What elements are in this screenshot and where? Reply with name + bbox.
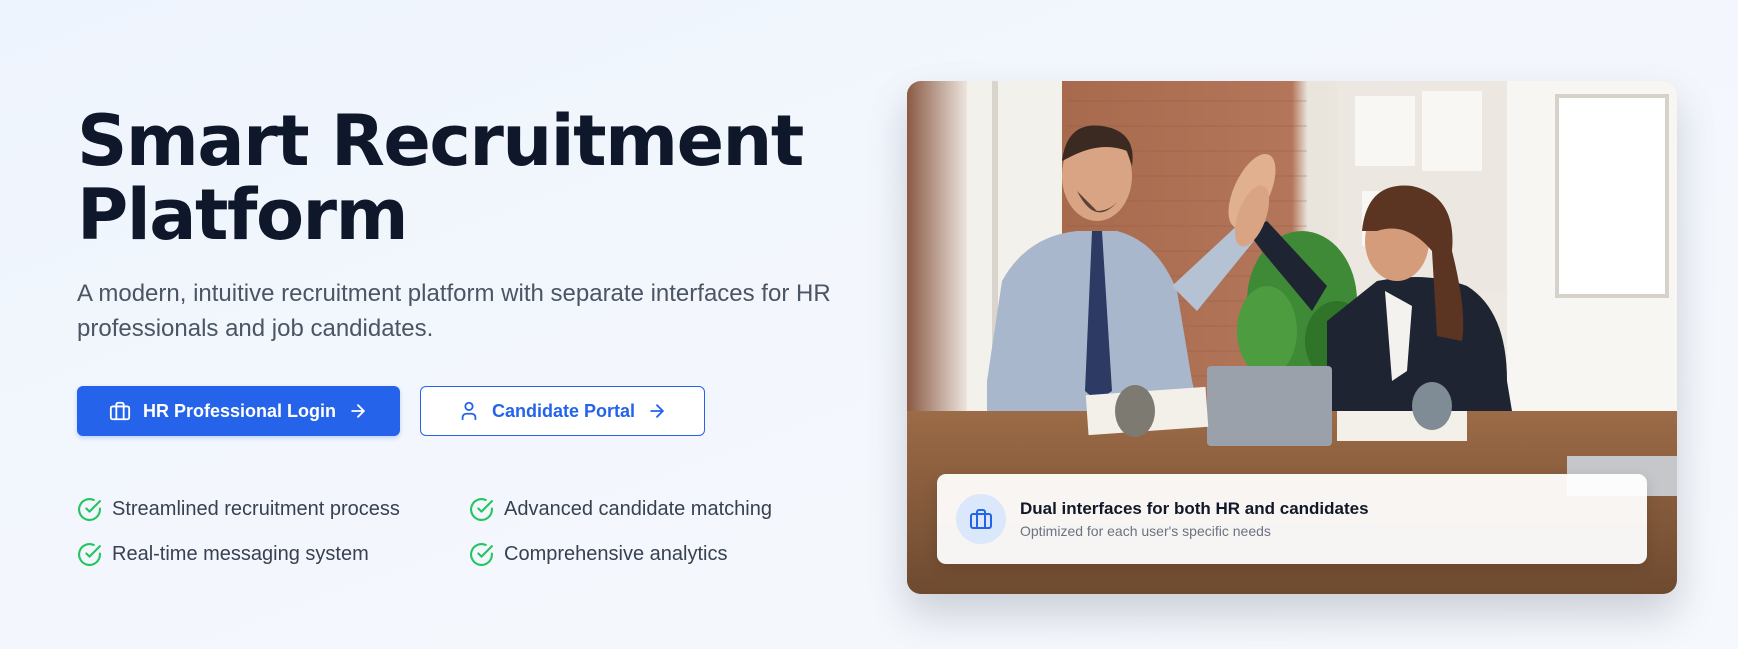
caption-icon-circle	[956, 494, 1006, 544]
hero-image-card: Dual interfaces for both HR and candidat…	[907, 81, 1677, 594]
check-circle-icon	[470, 543, 493, 566]
feature-list: Streamlined recruitment process Advanced…	[77, 496, 809, 568]
briefcase-icon	[970, 509, 992, 529]
user-icon	[461, 401, 477, 421]
page-title: Smart Recruitment Platform	[77, 104, 857, 252]
arrow-right-icon	[650, 404, 664, 418]
arrow-right-icon	[351, 404, 365, 418]
feature-label: Real-time messaging system	[112, 543, 369, 565]
check-circle-icon	[78, 543, 101, 566]
feature-item: Streamlined recruitment process	[77, 496, 469, 523]
feature-item: Real-time messaging system	[77, 541, 469, 568]
image-caption-card: Dual interfaces for both HR and candidat…	[937, 474, 1647, 564]
hero-subtitle: A modern, intuitive recruitment platform…	[77, 280, 831, 342]
feature-label: Streamlined recruitment process	[112, 498, 400, 520]
caption-subtitle: Optimized for each user's specific needs	[1020, 522, 1271, 539]
feature-item: Comprehensive analytics	[469, 541, 809, 568]
check-circle-icon	[470, 498, 493, 521]
feature-item: Advanced candidate matching	[469, 496, 809, 523]
caption-title: Dual interfaces for both HR and candidat…	[1020, 498, 1369, 518]
caption-text: Dual interfaces for both HR and candidat…	[1020, 498, 1369, 541]
candidate-portal-button[interactable]: Candidate Portal	[420, 386, 705, 436]
title-line-1: Smart Recruitment	[77, 100, 804, 182]
title-line-2: Platform	[77, 174, 409, 256]
briefcase-icon	[109, 401, 131, 421]
hero-text: Smart Recruitment Platform A modern, int…	[77, 104, 857, 346]
hr-login-label: HR Professional Login	[142, 400, 337, 421]
candidate-portal-label: Candidate Portal	[491, 400, 636, 421]
feature-label: Advanced candidate matching	[504, 498, 772, 520]
check-circle-icon	[78, 498, 101, 521]
hr-login-button[interactable]: HR Professional Login	[77, 386, 400, 436]
feature-label: Comprehensive analytics	[504, 543, 728, 565]
cta-buttons: HR Professional Login Candidate Portal	[77, 386, 705, 436]
